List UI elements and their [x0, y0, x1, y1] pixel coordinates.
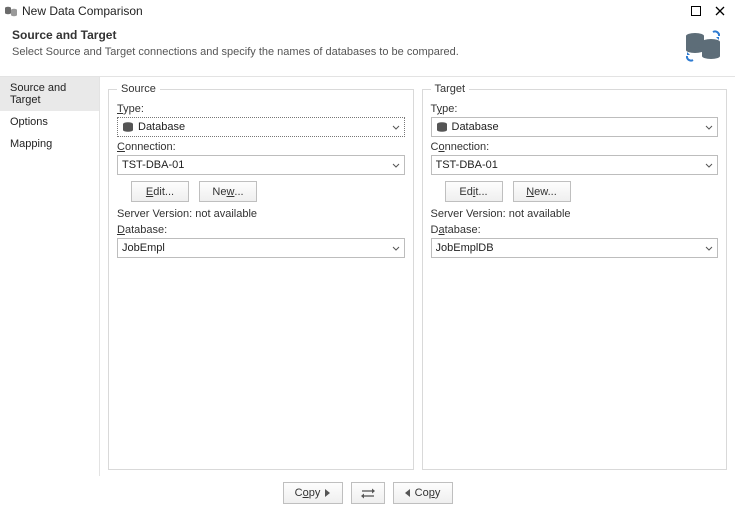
target-database-label: Database:: [431, 224, 719, 236]
copy-target-to-source-button[interactable]: Copy: [393, 482, 453, 504]
content-area: Source Type: Database Connection: TST-DB…: [100, 76, 735, 476]
database-icon: [122, 121, 134, 133]
chevron-down-icon: [705, 123, 713, 131]
target-legend: Target: [431, 83, 470, 95]
chevron-down-icon: [392, 123, 400, 131]
source-database-combobox[interactable]: JobEmpl: [117, 238, 405, 258]
page-header: Source and Target Select Source and Targ…: [0, 22, 735, 76]
source-database-value: JobEmpl: [122, 242, 386, 254]
swap-icon: [360, 487, 376, 499]
page-title: Source and Target: [12, 28, 683, 42]
source-type-combobox[interactable]: Database: [117, 117, 405, 137]
chevron-down-icon: [705, 161, 713, 169]
page-subtitle: Select Source and Target connections and…: [12, 46, 683, 58]
target-type-label: Type:: [431, 103, 719, 115]
arrow-right-icon: [325, 489, 330, 497]
target-new-button[interactable]: New...: [513, 181, 571, 202]
target-database-combobox[interactable]: JobEmplDB: [431, 238, 719, 258]
database-icon: [436, 121, 448, 133]
source-legend: Source: [117, 83, 160, 95]
source-connection-combobox[interactable]: TST-DBA-01: [117, 155, 405, 175]
target-server-version: Server Version: not available: [431, 208, 719, 220]
target-connection-value: TST-DBA-01: [436, 159, 700, 171]
copy-source-to-target-button[interactable]: Copy: [283, 482, 343, 504]
source-type-value: Database: [138, 121, 386, 133]
chevron-down-icon: [392, 161, 400, 169]
source-server-version: Server Version: not available: [117, 208, 405, 220]
close-button[interactable]: [711, 4, 729, 18]
source-new-button[interactable]: New...: [199, 181, 257, 202]
target-type-value: Database: [452, 121, 700, 133]
target-panel: Target Type: Database Connection: TST-DB…: [422, 83, 728, 470]
footer-bar: Copy Copy: [0, 476, 735, 510]
app-compare-icon: [4, 4, 18, 18]
wizard-step-nav: Source and Target Options Mapping: [0, 76, 100, 476]
source-connection-label: Connection:: [117, 141, 405, 153]
chevron-down-icon: [705, 244, 713, 252]
compare-databases-icon: [683, 28, 723, 64]
source-panel: Source Type: Database Connection: TST-DB…: [108, 83, 414, 470]
source-edit-button[interactable]: Edit...: [131, 181, 189, 202]
target-connection-label: Connection:: [431, 141, 719, 153]
source-connection-value: TST-DBA-01: [122, 159, 386, 171]
nav-item-mapping[interactable]: Mapping: [0, 133, 99, 155]
nav-item-options[interactable]: Options: [0, 111, 99, 133]
chevron-down-icon: [392, 244, 400, 252]
maximize-button[interactable]: [687, 4, 705, 18]
target-connection-combobox[interactable]: TST-DBA-01: [431, 155, 719, 175]
nav-item-source-target[interactable]: Source and Target: [0, 77, 99, 111]
window-title: New Data Comparison: [22, 4, 143, 18]
title-bar: New Data Comparison: [0, 0, 735, 22]
target-database-value: JobEmplDB: [436, 242, 700, 254]
target-type-combobox[interactable]: Database: [431, 117, 719, 137]
target-edit-button[interactable]: Edit...: [445, 181, 503, 202]
arrow-left-icon: [405, 489, 410, 497]
source-type-label: Type:: [117, 103, 405, 115]
source-database-label: Database:: [117, 224, 405, 236]
swap-source-target-button[interactable]: [351, 482, 385, 504]
